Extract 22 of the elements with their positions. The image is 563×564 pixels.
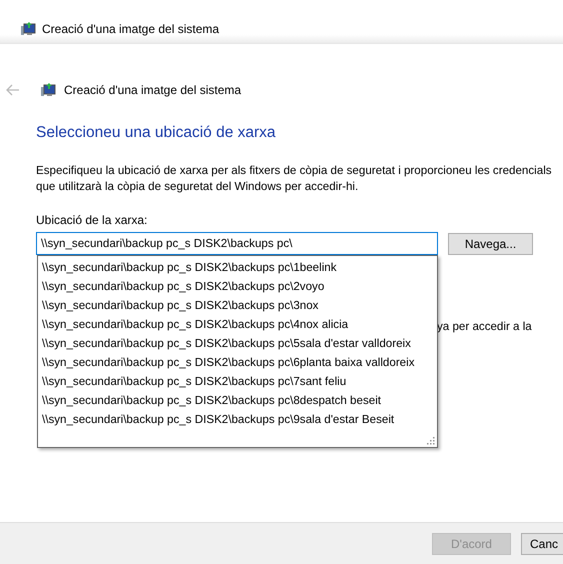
computer-icon: [20, 21, 36, 37]
browse-button[interactable]: Navega...: [448, 232, 533, 254]
back-arrow-icon[interactable]: [6, 84, 20, 96]
suggestion-item[interactable]: \\syn_secundari\backup pc_s DISK2\backups pc\2voyo: [38, 277, 437, 296]
suggestion-item[interactable]: \\syn_secundari\backup pc_s DISK2\backups pc\5sala d'estar valldoreix: [38, 334, 437, 353]
cancel-button[interactable]: Canc: [521, 532, 563, 554]
resize-grip-icon[interactable]: [425, 435, 435, 445]
page-heading: Seleccioneu una ubicació de xarxa: [36, 124, 277, 142]
location-field[interactable]: \\syn_secundari\backup pc_s DISK2\backups pc\: [36, 232, 438, 255]
description-text: ya per accedir a la: [437, 320, 532, 333]
suggestion-item[interactable]: \\syn_secundari\backup pc_s DISK2\backups pc\4nox alicia: [38, 315, 437, 334]
window-title: Creació d'una imatge del sistema: [42, 21, 220, 37]
wizard-title: Creació d'una imatge del sistema: [64, 83, 242, 97]
suggestion-item[interactable]: \\syn_secundari\backup pc_s DISK2\backups pc\1beelink: [38, 258, 437, 277]
suggestion-item[interactable]: \\syn_secundari\backup pc_s DISK2\backups pc\8despatch beseit: [38, 391, 437, 410]
suggestion-item[interactable]: \\syn_secundari\backup pc_s DISK2\backups pc\3nox: [38, 296, 437, 315]
computer-icon: [40, 82, 56, 98]
description-text: Especifiqueu la ubicació de xarxa per als fitxers de còpia de seguretat i proporcioneu les credencials que utilitzarà la còpia de seguretat del Windows per accedir-hi.: [36, 163, 553, 195]
suggestion-item[interactable]: \\syn_secundari\backup pc_s DISK2\backups pc\6planta baixa valldoreix: [38, 353, 437, 372]
suggestion-item[interactable]: \\syn_secundari\backup pc_s DISK2\backups pc\9sala d'estar Beseit: [38, 410, 437, 429]
field-label: Ubicació de la xarxa:: [36, 212, 148, 228]
suggestion-item[interactable]: \\syn_secundari\backup pc_s DISK2\backups pc\7sant feliu: [38, 372, 437, 391]
